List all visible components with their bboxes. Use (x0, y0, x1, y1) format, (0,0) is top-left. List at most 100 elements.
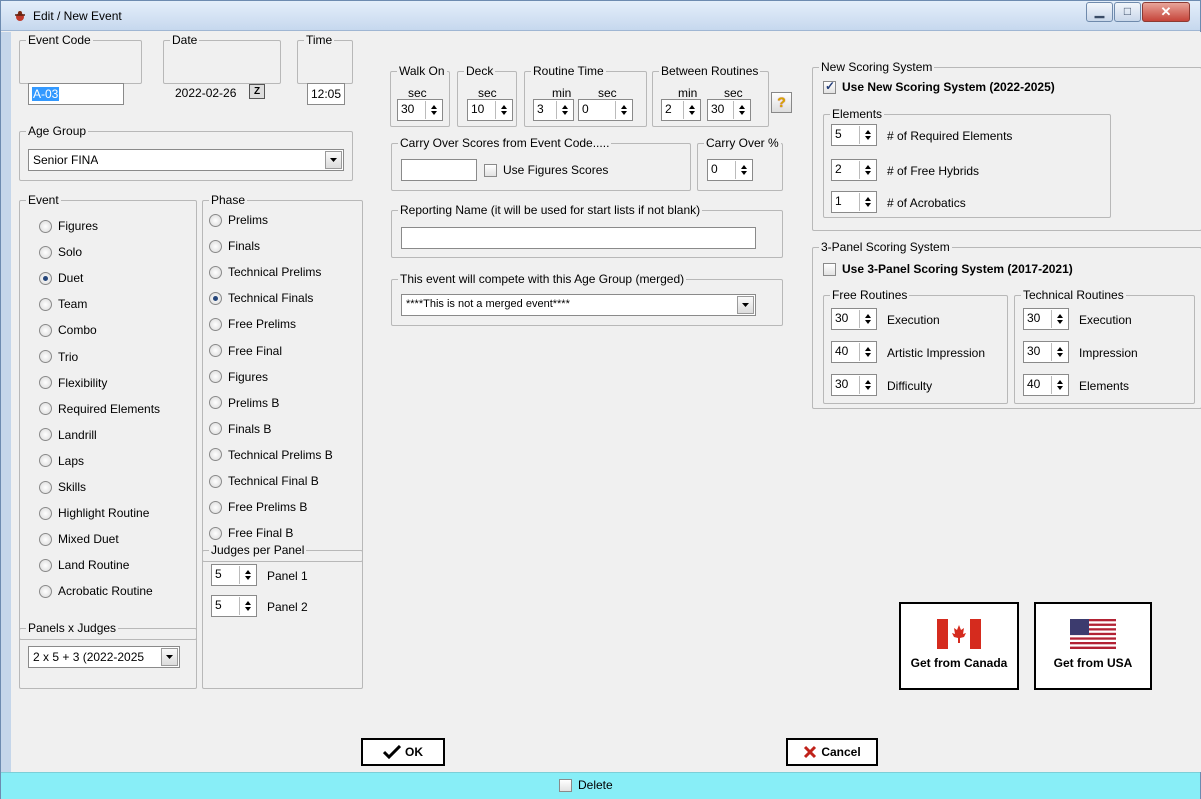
phase-radio-free-final[interactable]: Free Final (209, 344, 282, 358)
checkbox-icon[interactable] (484, 163, 497, 177)
chevron-down-icon[interactable] (737, 296, 754, 314)
radio-icon[interactable] (209, 526, 222, 540)
radio-icon[interactable] (209, 291, 222, 305)
close-button[interactable]: ✕ (1142, 2, 1190, 22)
spin-arrows-icon[interactable] (733, 101, 749, 119)
spin-arrows-icon[interactable] (859, 161, 875, 179)
carry-over-code-input[interactable] (401, 159, 477, 181)
radio-icon[interactable] (39, 532, 52, 546)
event-radio-duet[interactable]: Duet (39, 271, 83, 285)
event-code-input[interactable]: A-03 (28, 83, 124, 105)
radio-icon[interactable] (209, 422, 222, 436)
phase-radio-prelims-b[interactable]: Prelims B (209, 396, 279, 410)
tech-routine-execution-stepper[interactable]: 30 (1023, 308, 1069, 330)
event-radio-required-elements[interactable]: Required Elements (39, 402, 160, 416)
spin-arrows-icon[interactable] (556, 101, 572, 119)
use-three-panel-checkbox[interactable]: Use 3-Panel Scoring System (2017-2021) (823, 262, 1073, 276)
spin-arrows-icon[interactable] (239, 566, 255, 584)
event-radio-team[interactable]: Team (39, 297, 87, 311)
spin-arrows-icon[interactable] (859, 310, 875, 328)
delete-checkbox[interactable]: Delete (559, 778, 613, 792)
tech-routine-impression-stepper[interactable]: 30 (1023, 341, 1069, 363)
radio-icon[interactable] (209, 370, 222, 384)
checkbox-icon[interactable] (559, 778, 572, 792)
spin-arrows-icon[interactable] (1051, 343, 1067, 361)
age-group-select[interactable]: Senior FINA (28, 149, 344, 171)
phase-radio-technical-prelims-b[interactable]: Technical Prelims B (209, 448, 333, 462)
walk-on-stepper[interactable]: 30 (397, 99, 443, 121)
time-input[interactable]: 12:05 (307, 83, 345, 105)
get-from-canada-button[interactable]: Get from Canada (899, 602, 1019, 690)
radio-icon[interactable] (39, 584, 52, 598)
radio-icon[interactable] (39, 219, 52, 233)
checkbox-icon[interactable] (823, 79, 836, 94)
spin-arrows-icon[interactable] (239, 597, 255, 615)
radio-icon[interactable] (209, 239, 222, 253)
panel1-stepper[interactable]: 5 (211, 564, 257, 586)
radio-icon[interactable] (39, 506, 52, 520)
radio-icon[interactable] (209, 500, 222, 514)
reporting-name-input[interactable] (401, 227, 756, 249)
phase-radio-free-final-b[interactable]: Free Final B (209, 526, 293, 540)
use-figures-scores-checkbox[interactable]: Use Figures Scores (484, 163, 608, 177)
radio-icon[interactable] (39, 245, 52, 259)
radio-icon[interactable] (39, 454, 52, 468)
title-bar[interactable]: Edit / New Event ▁ □ ✕ (1, 1, 1200, 31)
event-radio-laps[interactable]: Laps (39, 454, 84, 468)
event-radio-solo[interactable]: Solo (39, 245, 82, 259)
event-radio-skills[interactable]: Skills (39, 480, 86, 494)
free-routine-execution-stepper[interactable]: 30 (831, 308, 877, 330)
spin-arrows-icon[interactable] (859, 343, 875, 361)
free-routine-artistic-impression-stepper[interactable]: 40 (831, 341, 877, 363)
event-radio-trio[interactable]: Trio (39, 350, 78, 364)
radio-icon[interactable] (209, 344, 222, 357)
phase-radio-technical-prelims[interactable]: Technical Prelims (209, 265, 321, 279)
spin-arrows-icon[interactable] (425, 101, 441, 119)
radio-icon[interactable] (39, 323, 52, 337)
radio-icon[interactable] (39, 297, 52, 311)
radio-icon[interactable] (209, 396, 222, 410)
use-new-scoring-checkbox[interactable]: Use New Scoring System (2022-2025) (823, 79, 1055, 94)
spin-arrows-icon[interactable] (1051, 310, 1067, 328)
radio-icon[interactable] (39, 558, 52, 572)
minimize-button[interactable]: ▁ (1086, 2, 1113, 22)
phase-radio-figures[interactable]: Figures (209, 370, 268, 384)
free-hybrids-stepper[interactable]: 2 (831, 159, 877, 181)
event-radio-figures[interactable]: Figures (39, 219, 98, 233)
calendar-button[interactable]: Z (249, 84, 265, 99)
required-elements-stepper[interactable]: 5 (831, 124, 877, 146)
routine-sec-stepper[interactable]: 0 (578, 99, 633, 121)
event-radio-mixed-duet[interactable]: Mixed Duet (39, 532, 119, 546)
phase-radio-free-prelims-b[interactable]: Free Prelims B (209, 500, 307, 514)
event-radio-flexibility[interactable]: Flexibility (39, 376, 107, 390)
phase-radio-technical-final-b[interactable]: Technical Final B (209, 474, 319, 488)
radio-icon[interactable] (209, 265, 222, 279)
phase-radio-prelims[interactable]: Prelims (209, 213, 268, 227)
radio-icon[interactable] (39, 428, 52, 442)
panels-x-judges-select[interactable]: 2 x 5 + 3 (2022-2025 (28, 646, 180, 668)
merged-select[interactable]: ****This is not a merged event**** (401, 294, 756, 316)
radio-icon[interactable] (39, 271, 52, 285)
phase-radio-finals-b[interactable]: Finals B (209, 422, 271, 436)
panel2-stepper[interactable]: 5 (211, 595, 257, 617)
tech-routine-elements-stepper[interactable]: 40 (1023, 374, 1069, 396)
radio-icon[interactable] (39, 376, 52, 390)
phase-radio-technical-finals[interactable]: Technical Finals (209, 291, 313, 305)
event-radio-acrobatic-routine[interactable]: Acrobatic Routine (39, 584, 153, 598)
spin-arrows-icon[interactable] (683, 101, 699, 119)
spin-arrows-icon[interactable] (495, 101, 511, 119)
checkbox-icon[interactable] (823, 262, 836, 276)
radio-icon[interactable] (39, 402, 52, 416)
phase-radio-finals[interactable]: Finals (209, 239, 260, 253)
event-radio-combo[interactable]: Combo (39, 323, 97, 337)
event-radio-land-routine[interactable]: Land Routine (39, 558, 129, 572)
chevron-down-icon[interactable] (325, 151, 342, 169)
routine-min-stepper[interactable]: 3 (533, 99, 574, 121)
event-radio-highlight-routine[interactable]: Highlight Routine (39, 506, 149, 520)
carry-over-pct-stepper[interactable]: 0 (707, 159, 753, 181)
spin-arrows-icon[interactable] (615, 101, 631, 119)
event-radio-landrill[interactable]: Landrill (39, 428, 97, 442)
radio-icon[interactable] (209, 448, 222, 462)
radio-icon[interactable] (209, 474, 222, 488)
spin-arrows-icon[interactable] (859, 193, 875, 211)
